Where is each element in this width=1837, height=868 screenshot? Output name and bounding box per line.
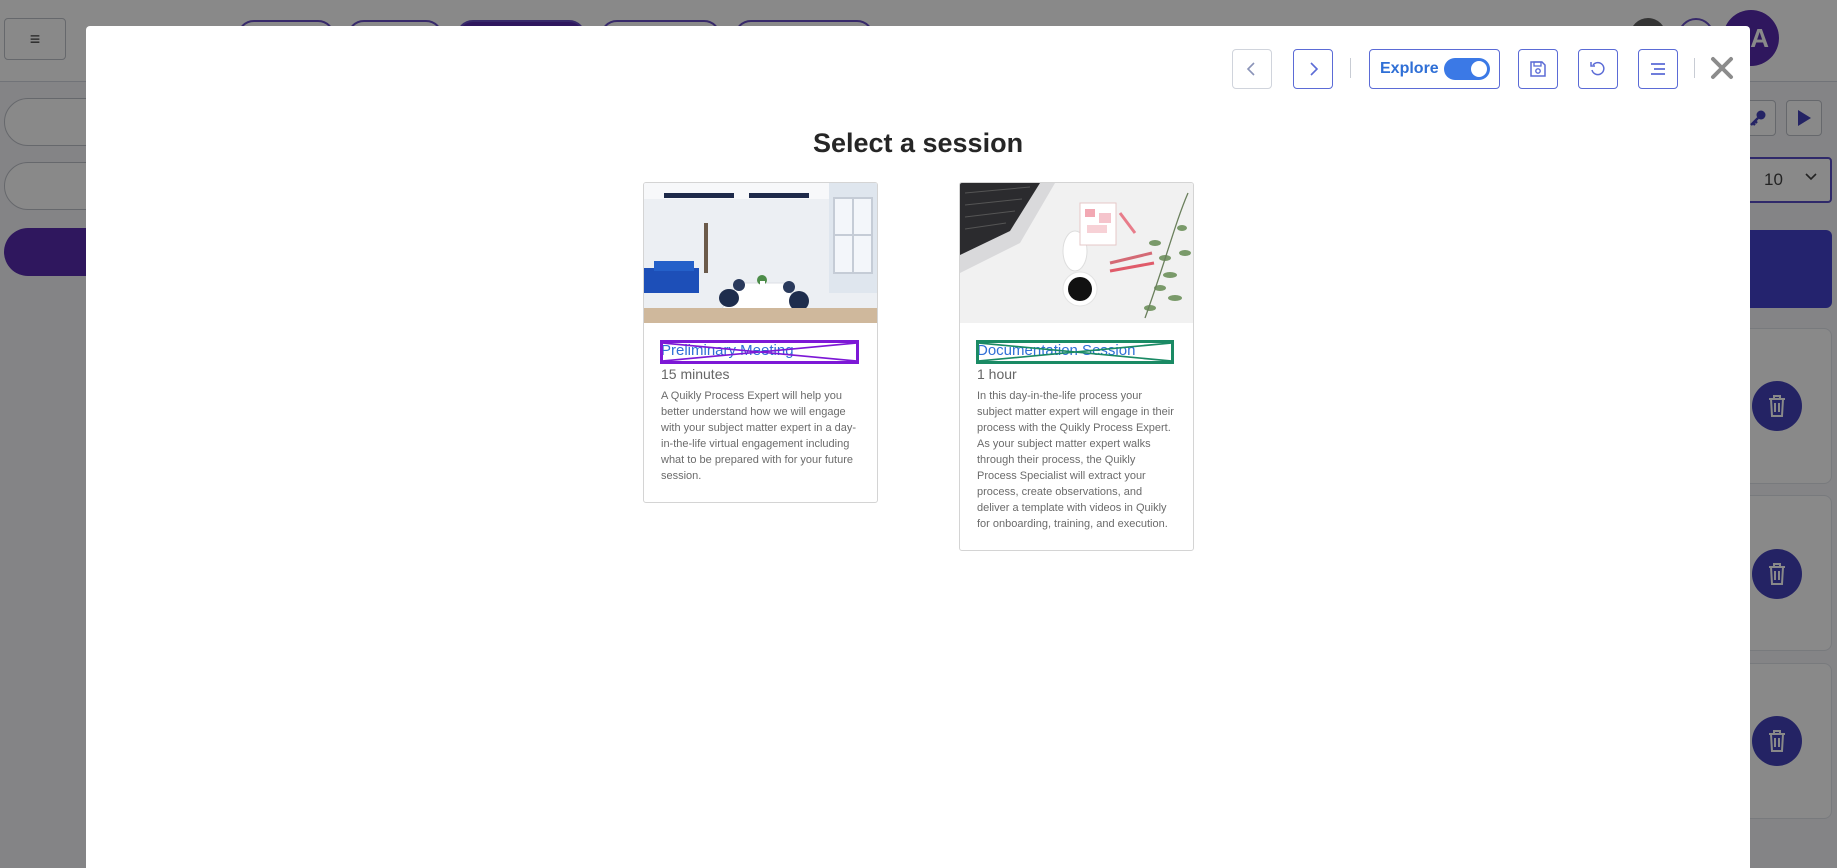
chevron-left-icon <box>1246 62 1255 76</box>
highlight-box <box>660 340 859 364</box>
card-title-wrap: Preliminary Meeting <box>660 340 860 364</box>
session-card-documentation[interactable]: Documentation Session 1 hour In this day… <box>959 182 1194 551</box>
session-duration: 15 minutes <box>661 366 730 382</box>
toggle-knob <box>1471 61 1487 77</box>
refresh-icon <box>1590 61 1605 76</box>
session-card-preliminary[interactable]: Preliminary Meeting 15 minutes A Quikly … <box>643 182 878 503</box>
save-button[interactable] <box>1518 49 1558 89</box>
list-icon <box>1651 63 1665 75</box>
next-button[interactable] <box>1293 49 1333 89</box>
toolbar-divider <box>1694 58 1695 78</box>
explore-toggle-control[interactable]: Explore <box>1369 49 1500 89</box>
session-modal: Explore Select a session Preliminary Mee… <box>86 26 1750 868</box>
explore-label: Explore <box>1380 60 1439 77</box>
desk-laptop-image <box>960 183 1193 323</box>
session-description: In this day-in-the-life process your sub… <box>977 390 1174 530</box>
chevron-right-icon <box>1310 62 1319 76</box>
highlight-box <box>976 340 1174 364</box>
meeting-room-image <box>644 183 877 323</box>
refresh-button[interactable] <box>1578 49 1618 89</box>
save-icon <box>1530 61 1546 77</box>
session-description: A Quikly Process Expert will help you be… <box>661 390 857 482</box>
toolbar-divider <box>1350 58 1351 78</box>
close-button[interactable] <box>1704 48 1740 88</box>
card-body: Documentation Session 1 hour In this day… <box>960 323 1193 550</box>
list-button[interactable] <box>1638 49 1678 89</box>
page-title: Select a session <box>812 128 1024 158</box>
previous-button[interactable] <box>1232 49 1272 89</box>
close-icon <box>1711 57 1733 79</box>
card-title-wrap: Documentation Session <box>976 340 1176 364</box>
explore-toggle-switch[interactable] <box>1444 58 1490 80</box>
card-body: Preliminary Meeting 15 minutes A Quikly … <box>644 323 877 502</box>
session-duration: 1 hour <box>977 366 1017 382</box>
